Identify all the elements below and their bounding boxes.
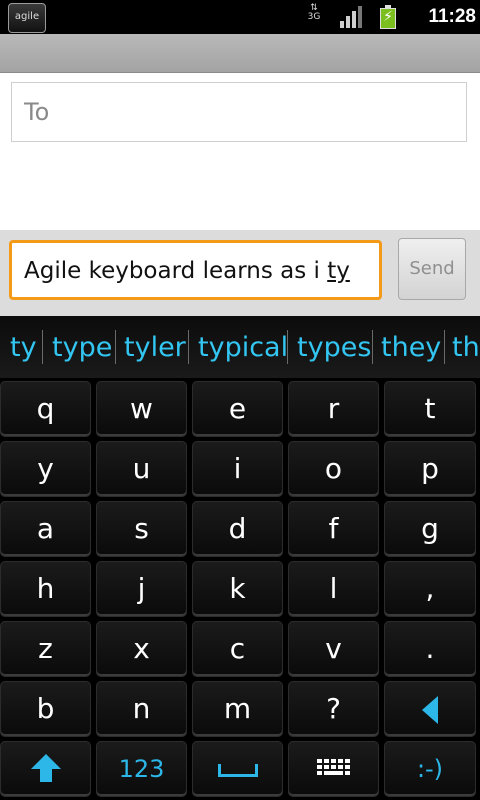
recipient-field[interactable]: [11, 82, 478, 142]
key-c[interactable]: c: [192, 621, 283, 677]
suggestion-item[interactable]: tyler: [124, 316, 186, 378]
key-question[interactable]: ?: [288, 681, 379, 737]
suggestion-divider: [42, 330, 43, 364]
key-u[interactable]: u: [96, 441, 187, 497]
key-w[interactable]: w: [96, 381, 187, 437]
shift-key[interactable]: [0, 741, 91, 797]
key-l[interactable]: l: [288, 561, 379, 617]
shift-up-arrow-icon: [30, 754, 61, 784]
message-input[interactable]: Agile keyboard learns as i ty: [9, 240, 382, 300]
suggestion-divider: [372, 330, 373, 364]
key-b[interactable]: b: [0, 681, 91, 737]
key-i[interactable]: i: [192, 441, 283, 497]
numbers-key[interactable]: 123: [96, 741, 187, 797]
key-d[interactable]: d: [192, 501, 283, 557]
suggestion-strip: ty type tyler typical types they the: [0, 316, 480, 378]
status-clock: 11:28: [428, 6, 476, 27]
signal-strength-icon: [340, 6, 364, 28]
agile-app-icon: agile: [8, 3, 46, 33]
compose-area: [0, 73, 480, 230]
key-f[interactable]: f: [288, 501, 379, 557]
message-text: Agile keyboard learns as i: [24, 258, 328, 284]
suggestion-item[interactable]: they: [381, 316, 441, 378]
battery-charging-icon: ⚡: [380, 5, 396, 29]
message-row: Agile keyboard learns as i ty Send: [0, 230, 480, 316]
key-e[interactable]: e: [192, 381, 283, 437]
keyboard-icon: [316, 759, 351, 781]
key-z[interactable]: z: [0, 621, 91, 677]
key-p[interactable]: p: [384, 441, 476, 497]
3g-data-icon: ⇅ 3G: [307, 3, 321, 22]
key-x[interactable]: x: [96, 621, 187, 677]
send-button[interactable]: Send: [398, 238, 466, 300]
key-g[interactable]: g: [384, 501, 476, 557]
recipient-input[interactable]: [12, 83, 478, 141]
key-h[interactable]: h: [0, 561, 91, 617]
network-type-label: 3G: [307, 12, 321, 22]
backspace-left-triangle-icon: [422, 696, 438, 724]
suggestion-divider: [444, 330, 445, 364]
suggestion-divider: [115, 330, 116, 364]
suggestion-item[interactable]: typical: [198, 316, 288, 378]
suggestion-item[interactable]: ty: [10, 316, 37, 378]
key-a[interactable]: a: [0, 501, 91, 557]
soft-keyboard: q w e r t y u i o p a s d f g h j k l , …: [0, 378, 480, 800]
suggestion-divider: [188, 330, 189, 364]
key-m[interactable]: m: [192, 681, 283, 737]
space-key[interactable]: [192, 741, 283, 797]
key-o[interactable]: o: [288, 441, 379, 497]
key-q[interactable]: q: [0, 381, 91, 437]
status-bar: agile ⇅ 3G ⚡ 11:28: [0, 0, 480, 34]
space-bar-icon: [217, 764, 258, 777]
key-t[interactable]: t: [384, 381, 476, 437]
key-n[interactable]: n: [96, 681, 187, 737]
backspace-key[interactable]: [384, 681, 476, 737]
key-k[interactable]: k: [192, 561, 283, 617]
key-v[interactable]: v: [288, 621, 379, 677]
key-r[interactable]: r: [288, 381, 379, 437]
keyboard-switch-key[interactable]: [288, 741, 379, 797]
emoticon-key[interactable]: :-): [384, 741, 476, 797]
key-s[interactable]: s: [96, 501, 187, 557]
suggestion-divider: [287, 330, 288, 364]
suggestion-item[interactable]: type: [52, 316, 112, 378]
key-comma[interactable]: ,: [384, 561, 476, 617]
suggestion-item[interactable]: types: [297, 316, 371, 378]
key-period[interactable]: .: [384, 621, 476, 677]
suggestion-item[interactable]: the: [452, 316, 480, 378]
key-y[interactable]: y: [0, 441, 91, 497]
composing-word: ty: [327, 258, 350, 284]
key-j[interactable]: j: [96, 561, 187, 617]
title-bar: [0, 34, 480, 73]
